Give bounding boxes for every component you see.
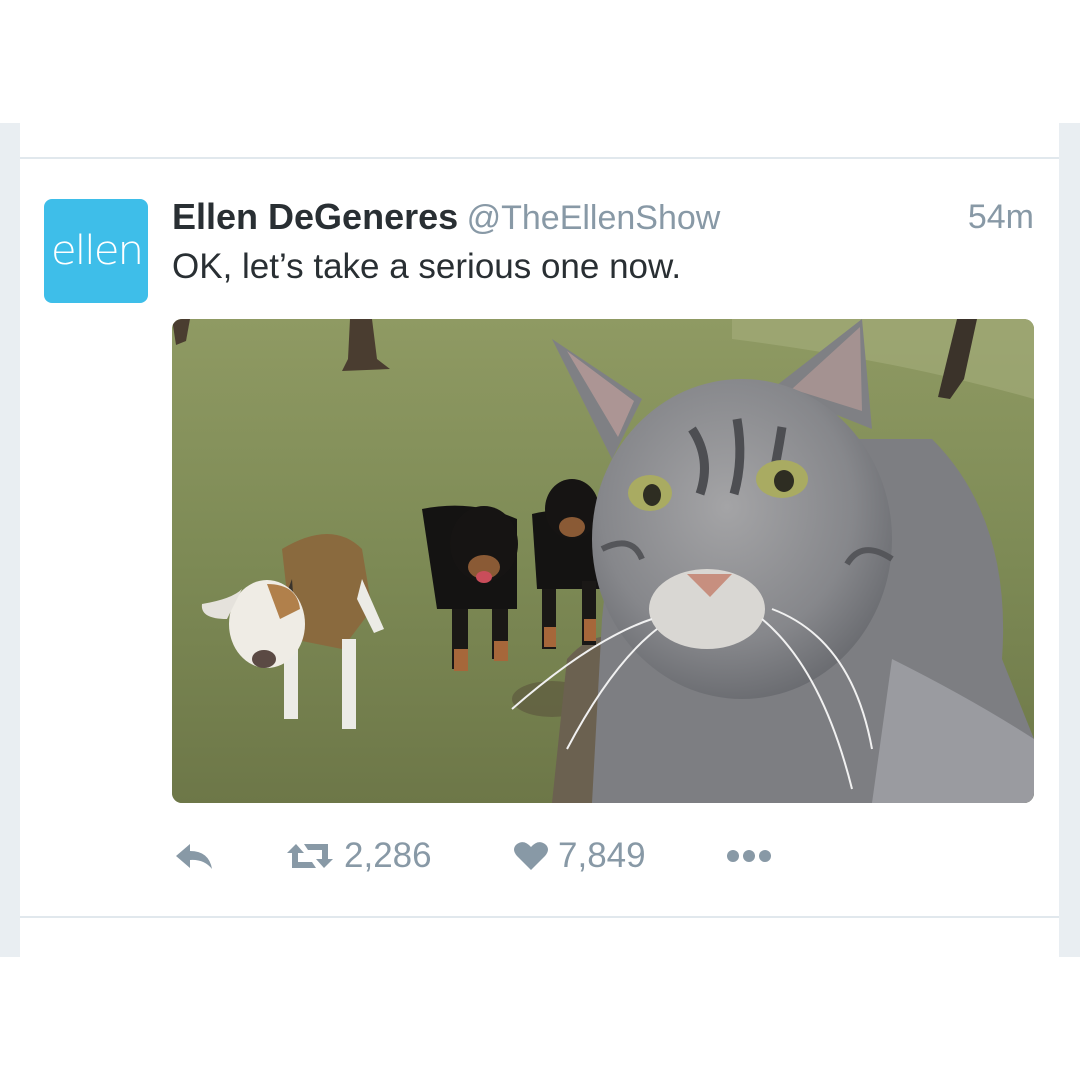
retweet-button[interactable]: 2,286 bbox=[286, 832, 432, 880]
heart-icon bbox=[514, 841, 548, 871]
tweet-photo[interactable] bbox=[172, 319, 1034, 803]
more-dots-icon bbox=[726, 849, 772, 863]
avatar-logo-text: ellen bbox=[50, 228, 143, 274]
tweet-actions: 2,286 7,849 bbox=[172, 832, 812, 880]
photo-illustration bbox=[172, 319, 1034, 803]
tweet-divider-bottom bbox=[20, 916, 1059, 918]
tweet-text: OK, let’s take a serious one now. bbox=[172, 247, 682, 286]
tweet-divider-top bbox=[20, 157, 1059, 159]
reply-icon bbox=[174, 841, 214, 871]
more-button[interactable] bbox=[726, 832, 772, 880]
tweet-timestamp[interactable]: 54m bbox=[968, 198, 1034, 237]
like-button[interactable]: 7,849 bbox=[514, 832, 646, 880]
like-count: 7,849 bbox=[558, 836, 646, 875]
screenshot-stage: ellen Ellen DeGeneres @TheEllenShow 54m … bbox=[0, 0, 1080, 1080]
retweet-icon bbox=[286, 841, 334, 871]
tweet-header: Ellen DeGeneres @TheEllenShow bbox=[172, 196, 720, 240]
author-handle[interactable]: @TheEllenShow bbox=[467, 199, 721, 237]
avatar[interactable]: ellen bbox=[44, 199, 148, 303]
reply-button[interactable] bbox=[174, 832, 214, 880]
retweet-count: 2,286 bbox=[344, 836, 432, 875]
author-name[interactable]: Ellen DeGeneres bbox=[172, 196, 458, 237]
